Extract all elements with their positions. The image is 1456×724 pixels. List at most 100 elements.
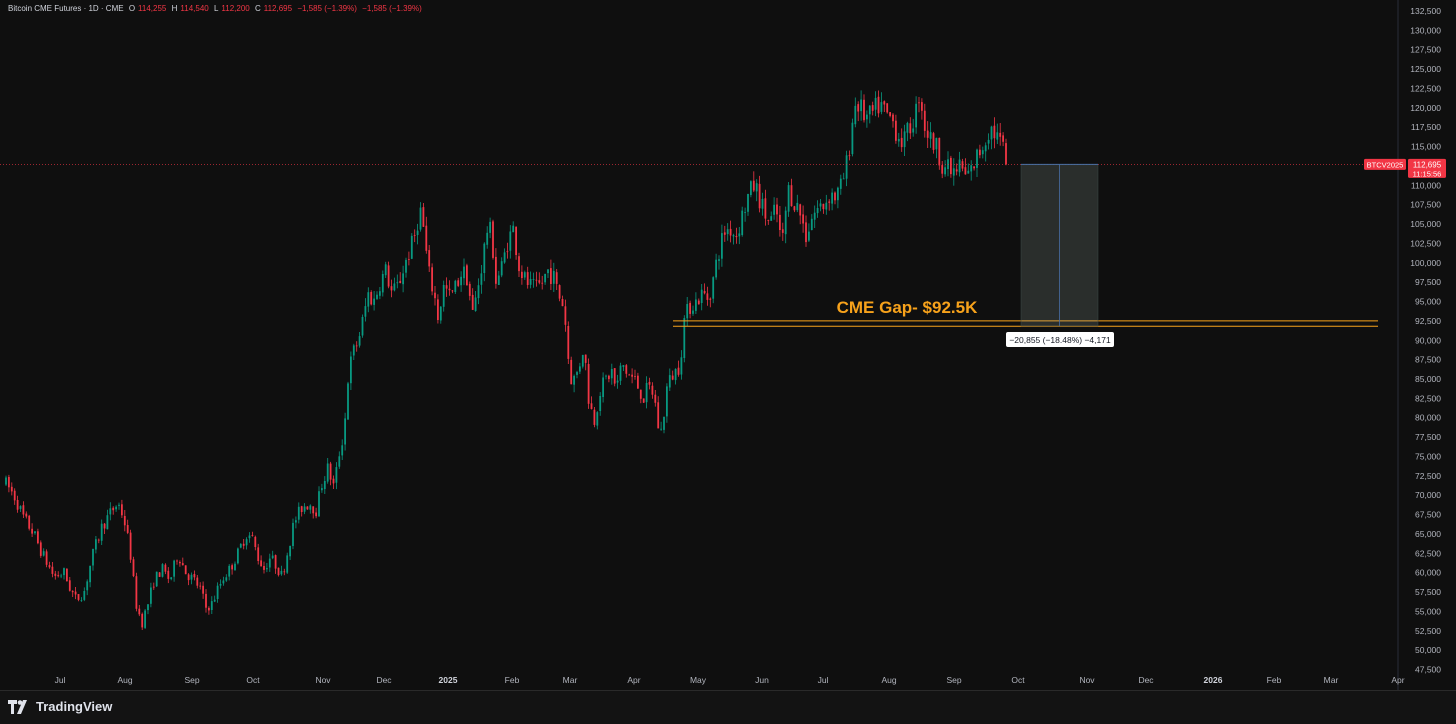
- price-axis-label: 70,000: [1415, 490, 1441, 500]
- candle: [866, 110, 868, 128]
- candle: [329, 461, 332, 486]
- change-value-2: −1,585 (−1.39%): [362, 4, 422, 13]
- candle: [312, 506, 315, 519]
- candle: [100, 519, 103, 545]
- candle: [260, 555, 262, 567]
- low-value: 112,200: [221, 4, 250, 13]
- candle: [445, 277, 448, 297]
- candle: [164, 563, 167, 575]
- time-axis-label: Feb: [505, 675, 520, 685]
- bar-countdown: 11:15:56: [1413, 169, 1442, 178]
- candle: [413, 229, 416, 243]
- candle: [318, 486, 320, 517]
- candle: [581, 354, 584, 369]
- time-axis-label: Aug: [117, 675, 132, 685]
- candle: [564, 299, 567, 332]
- measure-tool[interactable]: −20,855 (−18.48%) −4,171: [1006, 163, 1114, 347]
- candle: [118, 502, 120, 510]
- candle: [767, 219, 770, 225]
- candle: [71, 590, 74, 597]
- time-axis-label: Sep: [184, 675, 199, 685]
- candle: [587, 358, 590, 409]
- candle: [361, 314, 364, 338]
- candle: [761, 192, 764, 216]
- cme-gap-annotation[interactable]: CME Gap- $92.5K: [837, 298, 978, 317]
- candle: [309, 504, 312, 514]
- candle: [77, 594, 80, 602]
- price-axis-label: 90,000: [1415, 335, 1441, 345]
- candle: [831, 188, 833, 211]
- price-chart[interactable]: 132,500 130,000 127,500 125,000 122,500 120,0…: [0, 0, 1456, 690]
- candle: [793, 205, 796, 213]
- candle: [932, 131, 935, 154]
- candle: [326, 458, 329, 484]
- candle: [37, 528, 39, 545]
- candle: [648, 377, 651, 390]
- candle: [437, 294, 439, 324]
- price-axis-label: 105,000: [1410, 219, 1441, 229]
- price-axis-label: 95,000: [1415, 297, 1441, 307]
- candle: [868, 105, 871, 124]
- candle: [248, 532, 251, 543]
- candle: [155, 571, 158, 587]
- candle: [996, 123, 999, 144]
- candle: [680, 350, 683, 380]
- candle: [344, 412, 346, 451]
- candle: [381, 270, 384, 297]
- candle: [837, 186, 839, 209]
- candle: [173, 559, 175, 582]
- time-axis-label: 2025: [439, 675, 458, 685]
- candle: [268, 553, 271, 572]
- candle: [379, 287, 381, 300]
- candle: [547, 269, 549, 278]
- symbol-badge: BTCV2025: [1364, 158, 1406, 170]
- candle: [323, 476, 326, 494]
- price-axis-label: 50,000: [1415, 645, 1441, 655]
- price-axis[interactable]: 132,500 130,000 127,500 125,000 122,500 120,0…: [1397, 0, 1441, 690]
- time-axis-label: Apr: [1391, 675, 1404, 685]
- candle: [706, 286, 709, 306]
- candle: [692, 305, 694, 316]
- candle: [419, 202, 422, 232]
- candle: [683, 315, 686, 363]
- candle: [538, 272, 541, 285]
- candle: [784, 206, 787, 244]
- candle: [947, 151, 949, 177]
- time-axis[interactable]: Jul Aug Sep Oct Nov Dec 2025 Feb Mar Apr May Jun Jul…: [55, 675, 1405, 685]
- tradingview-logo[interactable]: TradingView: [8, 699, 112, 714]
- time-axis-label: Mar: [1324, 675, 1339, 685]
- symbol-name: Bitcoin CME Futures · 1D · CME: [8, 4, 124, 13]
- candle: [370, 290, 373, 306]
- candle: [529, 271, 532, 289]
- chart-canvas[interactable]: 132,500 130,000 127,500 125,000 122,500 120,0…: [0, 0, 1456, 690]
- candle: [321, 483, 323, 493]
- price-axis-label: 117,500: [1411, 122, 1441, 132]
- price-axis-label: 100,000: [1410, 258, 1441, 268]
- candle: [89, 565, 91, 588]
- candle: [54, 570, 57, 580]
- candle: [431, 263, 433, 296]
- candle: [622, 365, 625, 371]
- price-axis-label: 127,500: [1410, 45, 1441, 55]
- candle: [405, 257, 407, 278]
- candle: [51, 562, 54, 578]
- svg-text:BTCV2025: BTCV2025: [1367, 160, 1404, 169]
- candle: [776, 197, 778, 223]
- candle: [13, 488, 16, 505]
- candle: [909, 117, 912, 139]
- candle: [332, 475, 335, 489]
- candle: [451, 290, 454, 294]
- time-axis-label: Jun: [755, 675, 769, 685]
- open-value: 114,255: [138, 4, 167, 13]
- price-axis-label: 87,500: [1415, 355, 1441, 365]
- candle: [639, 389, 642, 404]
- candle: [955, 163, 958, 176]
- candle: [242, 539, 245, 550]
- candle: [654, 390, 657, 407]
- candle: [57, 571, 60, 578]
- candle: [466, 263, 468, 286]
- candle: [999, 123, 1002, 146]
- candle: [257, 543, 260, 565]
- time-axis-label: Dec: [376, 675, 392, 685]
- candle: [970, 160, 973, 181]
